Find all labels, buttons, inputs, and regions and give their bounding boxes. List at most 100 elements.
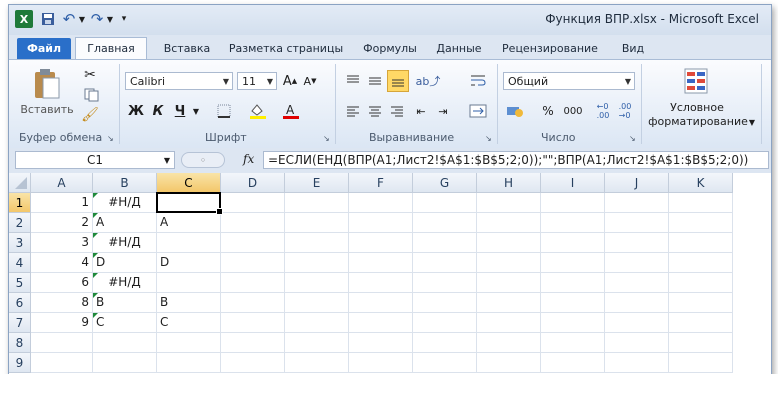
row-header-9[interactable]: 9: [9, 353, 31, 373]
undo-dropdown-icon[interactable]: ▼: [77, 10, 87, 28]
cell-k8[interactable]: [669, 333, 733, 353]
cell-k4[interactable]: [669, 253, 733, 273]
column-header-g[interactable]: G: [413, 173, 477, 193]
format-painter-icon[interactable]: 🖌: [81, 106, 99, 124]
align-left-icon[interactable]: [343, 102, 363, 120]
customize-quick-access-icon[interactable]: ▾: [119, 10, 129, 28]
merge-center-icon[interactable]: [465, 102, 491, 120]
cell-g1[interactable]: [413, 193, 477, 213]
cell-j5[interactable]: [605, 273, 669, 293]
paste-button[interactable]: Вставить: [21, 102, 73, 116]
row-header-1[interactable]: 1: [9, 193, 31, 213]
cell-h5[interactable]: [477, 273, 541, 293]
align-center-icon[interactable]: [365, 102, 385, 120]
row-header-2[interactable]: 2: [9, 213, 31, 233]
cell-k1[interactable]: [669, 193, 733, 213]
decrease-decimal-icon[interactable]: .00→0: [615, 102, 635, 120]
cell-c8[interactable]: [157, 333, 221, 353]
formula-input[interactable]: =ЕСЛИ(ЕНД(ВПР(A1;Лист2!$A$1:$B$5;2;0));"…: [263, 151, 769, 169]
conditional-formatting-label-1[interactable]: Условное: [649, 100, 745, 114]
cell-h9[interactable]: [477, 353, 541, 373]
cell-i2[interactable]: [541, 213, 605, 233]
cell-j2[interactable]: [605, 213, 669, 233]
tab-formulas[interactable]: Формулы: [355, 38, 425, 59]
column-header-a[interactable]: A: [31, 173, 93, 193]
cell-d5[interactable]: [221, 273, 285, 293]
cell-g2[interactable]: [413, 213, 477, 233]
cell-b7[interactable]: C: [93, 313, 157, 333]
cell-j3[interactable]: [605, 233, 669, 253]
cut-icon[interactable]: ✂: [81, 66, 99, 84]
cell-d1[interactable]: [221, 193, 285, 213]
bold-button[interactable]: Ж: [127, 102, 145, 120]
worksheet-grid[interactable]: ABCDEFGHIJK11#Н/Д22AA33#Н/Д44DD56#Н/Д68B…: [9, 173, 771, 377]
tab-insert[interactable]: Вставка: [157, 38, 217, 59]
cell-c7[interactable]: C: [157, 313, 221, 333]
font-name-combo[interactable]: Calibri▼: [125, 72, 233, 90]
tab-home[interactable]: Главная: [75, 37, 147, 60]
borders-icon[interactable]: [211, 102, 237, 120]
error-indicator-icon[interactable]: [93, 293, 98, 298]
cell-c4[interactable]: D: [157, 253, 221, 273]
cell-g9[interactable]: [413, 353, 477, 373]
cell-a1[interactable]: 1: [31, 193, 93, 213]
cell-d6[interactable]: [221, 293, 285, 313]
cell-b3[interactable]: #Н/Д: [93, 233, 157, 253]
column-header-f[interactable]: F: [349, 173, 413, 193]
cell-k9[interactable]: [669, 353, 733, 373]
column-header-c[interactable]: C: [157, 173, 221, 193]
cell-h6[interactable]: [477, 293, 541, 313]
cell-e8[interactable]: [285, 333, 349, 353]
cell-f3[interactable]: [349, 233, 413, 253]
increase-indent-icon[interactable]: ⇥: [433, 102, 453, 120]
orientation-icon[interactable]: ab⤴: [415, 72, 441, 90]
cell-g4[interactable]: [413, 253, 477, 273]
column-header-j[interactable]: J: [605, 173, 669, 193]
cell-h1[interactable]: [477, 193, 541, 213]
cell-g7[interactable]: [413, 313, 477, 333]
cell-b6[interactable]: B: [93, 293, 157, 313]
cell-c2[interactable]: A: [157, 213, 221, 233]
cell-d4[interactable]: [221, 253, 285, 273]
cell-f8[interactable]: [349, 333, 413, 353]
row-header-3[interactable]: 3: [9, 233, 31, 253]
tab-view[interactable]: Вид: [613, 38, 653, 59]
cell-h3[interactable]: [477, 233, 541, 253]
italic-button[interactable]: К: [149, 102, 167, 120]
cell-j7[interactable]: [605, 313, 669, 333]
cell-f2[interactable]: [349, 213, 413, 233]
align-middle-icon[interactable]: [365, 72, 385, 90]
cell-e2[interactable]: [285, 213, 349, 233]
cell-g5[interactable]: [413, 273, 477, 293]
tab-file[interactable]: Файл: [17, 38, 71, 59]
cell-h8[interactable]: [477, 333, 541, 353]
tab-page-layout[interactable]: Разметка страницы: [221, 38, 351, 59]
conditional-formatting-icon[interactable]: [681, 66, 711, 96]
cell-a9[interactable]: [31, 353, 93, 373]
percent-button[interactable]: %: [539, 102, 557, 120]
cell-d8[interactable]: [221, 333, 285, 353]
cell-a6[interactable]: 8: [31, 293, 93, 313]
cell-e6[interactable]: [285, 293, 349, 313]
alignment-launcher-icon[interactable]: ↘: [485, 134, 492, 143]
cell-j9[interactable]: [605, 353, 669, 373]
cell-i9[interactable]: [541, 353, 605, 373]
grow-font-icon[interactable]: A▲: [281, 72, 299, 90]
error-indicator-icon[interactable]: [93, 273, 98, 278]
cell-i8[interactable]: [541, 333, 605, 353]
cell-k5[interactable]: [669, 273, 733, 293]
accounting-format-icon[interactable]: [503, 102, 527, 120]
cell-e1[interactable]: [285, 193, 349, 213]
save-icon[interactable]: [39, 10, 57, 28]
cell-a5[interactable]: 6: [31, 273, 93, 293]
cell-f5[interactable]: [349, 273, 413, 293]
cell-g6[interactable]: [413, 293, 477, 313]
underline-dropdown-icon[interactable]: ▼: [191, 102, 201, 120]
cell-d9[interactable]: [221, 353, 285, 373]
error-indicator-icon[interactable]: [93, 233, 98, 238]
copy-icon[interactable]: [81, 86, 103, 104]
row-header-8[interactable]: 8: [9, 333, 31, 353]
column-header-i[interactable]: I: [541, 173, 605, 193]
shrink-font-icon[interactable]: A▼: [301, 72, 319, 90]
tab-review[interactable]: Рецензирование: [495, 38, 605, 59]
